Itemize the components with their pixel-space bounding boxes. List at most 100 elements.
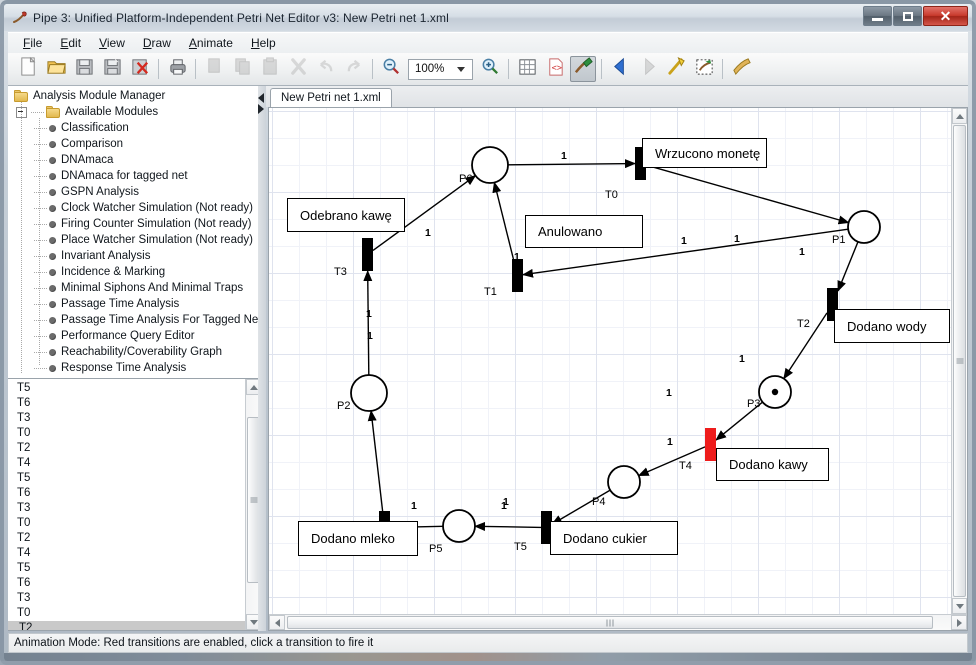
toolbar-multiple-random-button[interactable] (728, 56, 754, 82)
petri-arc[interactable] (837, 241, 859, 292)
annotation-note[interactable]: Dodano kawy (716, 448, 829, 481)
split-arrow-left-icon[interactable] (258, 93, 264, 103)
toolbar-toggle-arc-button[interactable]: <> (542, 56, 568, 82)
firing-list-item[interactable]: T4 (8, 456, 261, 471)
firing-list-item[interactable]: T6 (8, 576, 261, 591)
petri-arc[interactable] (363, 270, 373, 376)
toolbar-print-button[interactable] (164, 56, 190, 82)
split-collapse-arrows[interactable] (258, 92, 264, 115)
canvas-vertical-scrollbar[interactable] (951, 108, 967, 614)
menu-file[interactable]: File (14, 34, 51, 52)
petri-arc[interactable] (637, 446, 706, 477)
firing-list-item[interactable]: T0 (8, 426, 261, 441)
firing-list-item[interactable]: T0 (8, 606, 261, 621)
firing-list-item[interactable]: T6 (8, 486, 261, 501)
petri-place[interactable] (442, 509, 476, 543)
menu-edit[interactable]: Edit (51, 34, 90, 52)
canvas-horizontal-scrollbar[interactable] (269, 614, 967, 630)
canvas-scroll-right-button[interactable] (951, 615, 967, 630)
analysis-module-tree[interactable]: Analysis Module Manager Available Modules… (8, 86, 262, 374)
minimize-button[interactable] (863, 6, 892, 26)
zoom-level-combobox[interactable]: 100% (408, 58, 473, 80)
annotation-note[interactable]: Wrzucono monetę (642, 138, 767, 168)
petri-transition-enabled[interactable] (705, 428, 716, 461)
tree-root[interactable]: Analysis Module Manager (8, 88, 261, 104)
split-arrow-right-icon[interactable] (258, 104, 264, 114)
canvas-hscroll-thumb[interactable] (287, 616, 933, 629)
tree-item-module[interactable]: Response Time Analysis (8, 360, 261, 374)
tree-item-module[interactable]: Classification (8, 120, 261, 136)
firing-list-item[interactable]: T5 (8, 561, 261, 576)
canvas-vscroll-thumb[interactable] (953, 125, 966, 597)
petri-transition[interactable] (512, 259, 523, 292)
tree-item-module[interactable]: Place Watcher Simulation (Not ready) (8, 232, 261, 248)
split-divider[interactable] (258, 86, 266, 631)
petri-place[interactable] (607, 465, 641, 499)
toolbar-toggle-grid-button[interactable] (514, 56, 540, 82)
toolbar-random-firing-button[interactable] (691, 56, 717, 82)
canvas-scroll-down-button[interactable] (952, 598, 967, 614)
toolbar-zoom-out-button[interactable] (378, 56, 404, 82)
tree-item-module[interactable]: GSPN Analysis (8, 184, 261, 200)
firing-list-item[interactable]: T3 (8, 411, 261, 426)
firing-list-item[interactable]: T4 (8, 546, 261, 561)
firing-list-item[interactable]: T3 (8, 591, 261, 606)
menu-draw[interactable]: Draw (134, 34, 180, 52)
close-button[interactable]: ✕ (923, 6, 968, 26)
petri-arc[interactable] (473, 521, 542, 531)
petri-net-canvas[interactable]: 11111111111111P6P1P3P2P4P5T0T1T2T3T4T5T6… (269, 108, 951, 614)
petri-place[interactable] (471, 146, 509, 184)
tree-group-available-modules[interactable]: Available Modules (8, 104, 261, 120)
annotation-note[interactable]: Anulowano (525, 215, 643, 248)
tree-item-module[interactable]: Reachability/Coverability Graph (8, 344, 261, 360)
menu-view[interactable]: View (90, 34, 134, 52)
annotation-note[interactable]: Odebrano kawę (287, 198, 405, 232)
toolbar-open-folder-button[interactable] (43, 56, 69, 82)
toolbar-step-back-button[interactable] (607, 56, 633, 82)
toolbar-animation-mode-button[interactable] (570, 56, 596, 82)
petri-arc[interactable] (492, 181, 515, 260)
firing-list-item[interactable]: T0 (8, 516, 261, 531)
tree-item-module[interactable]: Performance Query Editor (8, 328, 261, 344)
tree-item-module[interactable]: DNAmaca for tagged net (8, 168, 261, 184)
tree-item-module[interactable]: Firing Counter Simulation (Not ready) (8, 216, 261, 232)
canvas-scroll-left-button[interactable] (269, 615, 285, 630)
toolbar-save-as-button[interactable] (99, 56, 125, 82)
tree-item-module[interactable]: Passage Time Analysis (8, 296, 261, 312)
firing-list-item[interactable]: T2 (8, 441, 261, 456)
tree-item-module[interactable]: Invariant Analysis (8, 248, 261, 264)
toolbar-close-file-button[interactable] (127, 56, 153, 82)
petri-arc[interactable] (645, 164, 850, 225)
petri-arc[interactable] (367, 409, 384, 512)
annotation-note[interactable]: Dodano cukier (550, 521, 678, 555)
annotation-note[interactable]: Dodano wody (834, 309, 950, 343)
annotation-note[interactable]: Dodano mleko (298, 521, 418, 556)
tab-new-petri-net[interactable]: New Petri net 1.xml (270, 88, 392, 107)
firing-list-item[interactable]: T3 (8, 501, 261, 516)
chevron-down-icon[interactable] (457, 66, 465, 72)
petri-place[interactable] (350, 374, 388, 412)
firing-list-item[interactable]: T2 (8, 531, 261, 546)
tree-item-module[interactable]: Clock Watcher Simulation (Not ready) (8, 200, 261, 216)
tree-item-module[interactable]: Minimal Siphons And Minimal Traps (8, 280, 261, 296)
firing-list-item[interactable]: T5 (8, 381, 261, 396)
maximize-button[interactable] (893, 6, 922, 26)
petri-arc[interactable] (507, 159, 636, 169)
toolbar-fire-transition-button[interactable] (663, 56, 689, 82)
firing-list-item[interactable]: T2 (8, 621, 261, 630)
toolbar-save-button[interactable] (71, 56, 97, 82)
firing-list-item[interactable]: T6 (8, 396, 261, 411)
firing-sequence-list[interactable]: T5 T6 T3 T0 T2 T4 T5 T6 T3 T0 T2 T4 T5 T6 T3 T0 T2 (8, 378, 262, 631)
canvas-scroll-up-button[interactable] (952, 108, 967, 124)
tree-item-module[interactable]: Passage Time Analysis For Tagged Net (8, 312, 261, 328)
menu-animate[interactable]: Animate (180, 34, 242, 52)
toolbar-zoom-in-button[interactable] (477, 56, 503, 82)
tree-item-module[interactable]: DNAmaca (8, 152, 261, 168)
tree-item-module[interactable]: Incidence & Marking (8, 264, 261, 280)
toolbar-new-button[interactable] (15, 56, 41, 82)
petri-transition[interactable] (362, 238, 373, 271)
tree-item-module[interactable]: Comparison (8, 136, 261, 152)
firing-list-item[interactable]: T5 (8, 471, 261, 486)
petri-place[interactable] (847, 210, 881, 244)
menu-help[interactable]: Help (242, 34, 285, 52)
